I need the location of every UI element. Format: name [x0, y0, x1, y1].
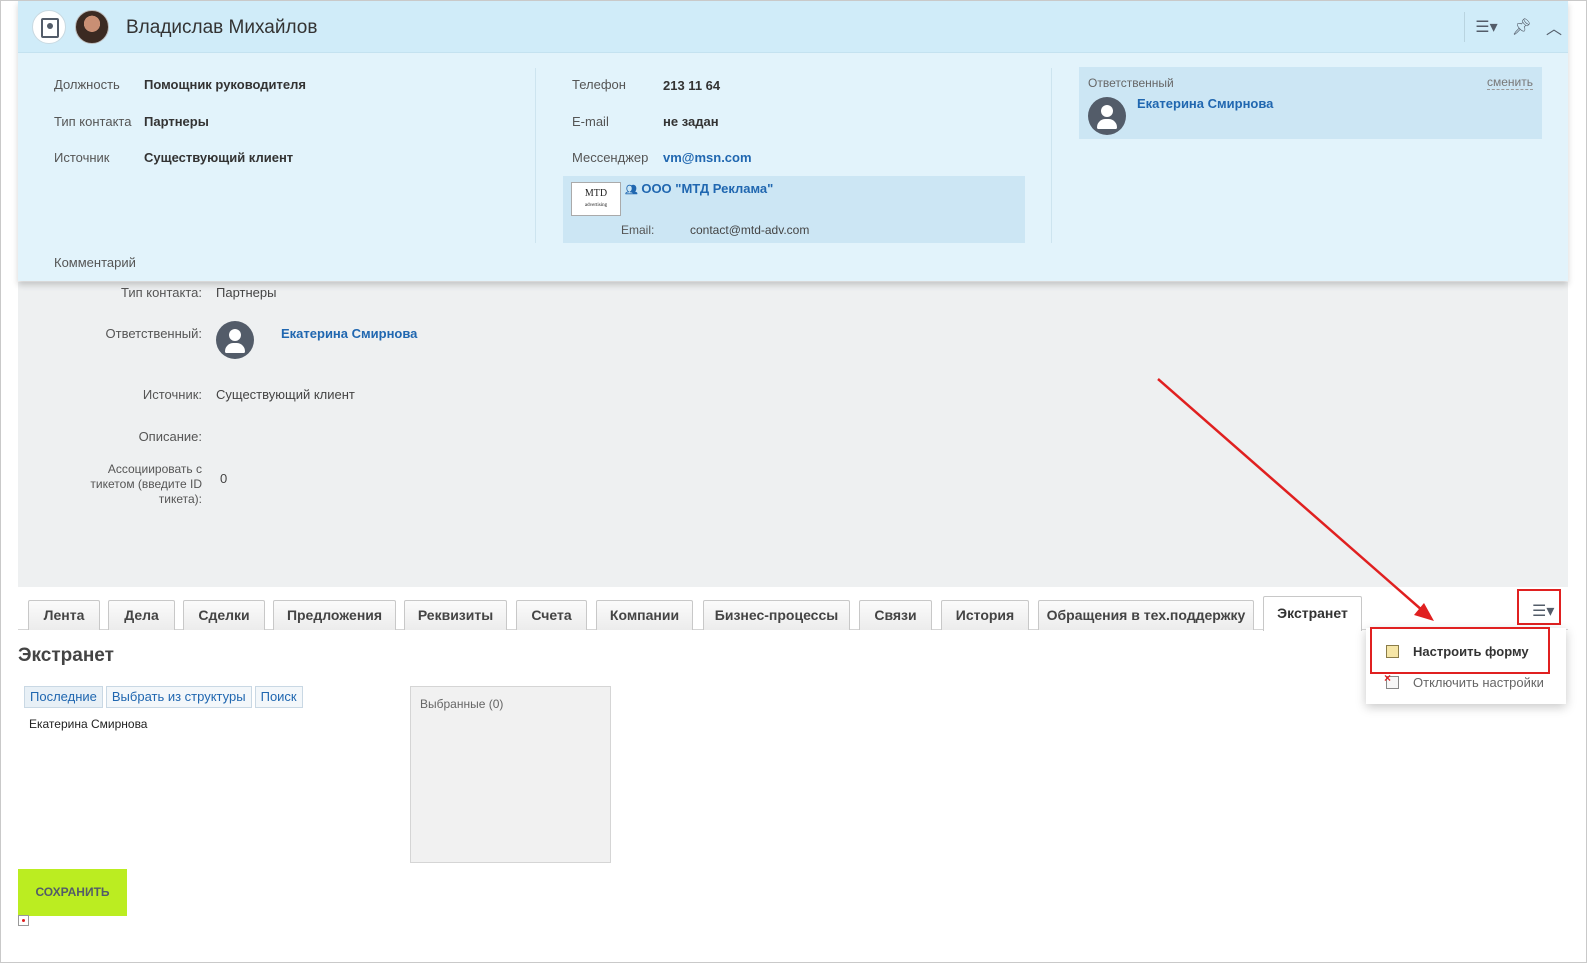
- form-description-label: Описание:: [138, 429, 202, 444]
- company-block: MTD advertising 👥︎ ООО "МТД Реклама" Ema…: [563, 176, 1025, 243]
- source-label: Источник: [54, 150, 110, 165]
- company-email-label: Email:: [621, 223, 655, 237]
- responsible-label: Ответственный: [1088, 76, 1174, 90]
- form-settings-icon: [1386, 645, 1399, 658]
- comment-label: Комментарий: [54, 255, 136, 270]
- phone-label: Телефон: [572, 77, 626, 92]
- tab-support-requests[interactable]: Обращения в тех.поддержку: [1038, 600, 1254, 630]
- tab-invoices[interactable]: Счета: [516, 600, 587, 630]
- card-header: Владислав Михайлов ☰▾ 📌︎ ︿: [18, 0, 1568, 53]
- disable-settings-item[interactable]: Отключить настройки: [1366, 668, 1566, 696]
- responsible-block: Ответственный сменить Екатерина Смирнова: [1079, 67, 1542, 139]
- selected-box: Выбранные (0): [410, 686, 611, 863]
- tab-structure[interactable]: Выбрать из структуры: [105, 686, 252, 708]
- configure-form-item[interactable]: Настроить форму: [1366, 637, 1566, 665]
- company-email-value[interactable]: contact@mtd-adv.com: [690, 223, 809, 237]
- position-value: Помощник руководителя: [144, 77, 306, 92]
- tab-settings-menu-button[interactable]: ☰▾: [1517, 589, 1561, 625]
- avatar: [216, 321, 254, 359]
- form-ticket-label-1: Ассоциировать с: [107, 462, 202, 476]
- change-responsible-link[interactable]: сменить: [1486, 75, 1533, 90]
- form-ticket-value[interactable]: 0: [220, 471, 227, 486]
- selected-count: Выбранные (0): [420, 697, 504, 711]
- tab-quotes[interactable]: Предложения: [273, 600, 396, 630]
- company-link[interactable]: 👥︎ ООО "МТД Реклама": [625, 181, 773, 196]
- company-logo: MTD advertising: [571, 182, 621, 216]
- company-name: ООО "МТД Реклама": [641, 181, 774, 196]
- messenger-label: Мессенджер: [572, 150, 649, 165]
- tab-deals[interactable]: Сделки: [183, 600, 265, 630]
- messenger-link[interactable]: vm@msn.com: [663, 150, 752, 165]
- form-responsible-link[interactable]: Екатерина Смирнова: [281, 326, 417, 341]
- tab-feed[interactable]: Лента: [28, 600, 100, 630]
- tab-requisites[interactable]: Реквизиты: [404, 600, 507, 630]
- form-contact-type-label: Тип контакта:: [120, 285, 202, 300]
- section-title: Экстранет: [18, 645, 114, 666]
- email-label: E-mail: [572, 114, 609, 129]
- tab-extranet[interactable]: Экстранет: [1263, 596, 1362, 631]
- company-logo-text: MTD: [584, 188, 608, 199]
- email-value: не задан: [663, 114, 719, 129]
- form-contact-type-value: Партнеры: [216, 285, 277, 300]
- divider: [1464, 12, 1466, 42]
- checkbox[interactable]: [18, 915, 29, 926]
- avatar: [1088, 97, 1126, 135]
- tab-search[interactable]: Поиск: [254, 686, 303, 708]
- contact-type-value: Партнеры: [144, 114, 209, 129]
- form-ticket-label-3: тикета):: [158, 492, 202, 506]
- form-source-value: Существующий клиент: [216, 387, 355, 402]
- position-label: Должность: [54, 77, 120, 92]
- pin-icon[interactable]: 📌︎: [1512, 17, 1532, 37]
- divider: [1051, 68, 1052, 243]
- tab-companies[interactable]: Компании: [596, 600, 693, 630]
- tab-recent[interactable]: Последние: [24, 686, 103, 708]
- company-users-icon: 👥︎: [625, 185, 638, 196]
- header-tools: ☰▾ 📌︎ ︿: [1464, 12, 1568, 42]
- list-settings-icon[interactable]: ☰▾: [1475, 17, 1497, 37]
- contact-type-label: Тип контакта: [54, 114, 132, 129]
- contact-form-area: Тип контакта: Партнеры Ответственный: Ек…: [18, 282, 1568, 587]
- collapse-icon[interactable]: ︿: [1546, 15, 1562, 39]
- contact-name: Владислав Михайлов: [126, 17, 318, 38]
- tab-bar: Лента Дела Сделки Предложения Реквизиты …: [18, 596, 1568, 631]
- save-button[interactable]: СОХРАНИТЬ: [18, 869, 127, 916]
- contact-card: Владислав Михайлов ☰▾ 📌︎ ︿ Должность Пом…: [18, 0, 1568, 281]
- form-responsible-label: Ответственный:: [105, 326, 202, 341]
- menu-item-label: Отключить настройки: [1413, 675, 1544, 690]
- company-logo-sub: advertising: [584, 203, 608, 208]
- avatar: [75, 10, 109, 44]
- responsible-name-link[interactable]: Екатерина Смирнова: [1137, 96, 1273, 111]
- settings-dropdown: Настроить форму Отключить настройки: [1366, 628, 1566, 704]
- person-option[interactable]: Екатерина Смирнова: [29, 717, 147, 731]
- menu-item-label: Настроить форму: [1413, 644, 1529, 659]
- tab-business-processes[interactable]: Бизнес-процессы: [703, 600, 850, 630]
- divider: [535, 68, 536, 243]
- tab-activities[interactable]: Дела: [108, 600, 175, 630]
- disable-settings-icon: [1384, 671, 1399, 689]
- form-ticket-label-2: тикетом (введите ID: [90, 477, 202, 491]
- selector-tabs: Последние Выбрать из структуры Поиск: [24, 686, 303, 708]
- phone-value: 213 11 64: [663, 78, 721, 93]
- form-source-label: Источник:: [142, 387, 202, 402]
- contact-book-icon: [32, 10, 66, 44]
- menu-icon: ☰▾: [1532, 603, 1555, 620]
- tab-history[interactable]: История: [941, 600, 1029, 630]
- source-value: Существующий клиент: [144, 150, 294, 165]
- tab-links[interactable]: Связи: [859, 600, 932, 630]
